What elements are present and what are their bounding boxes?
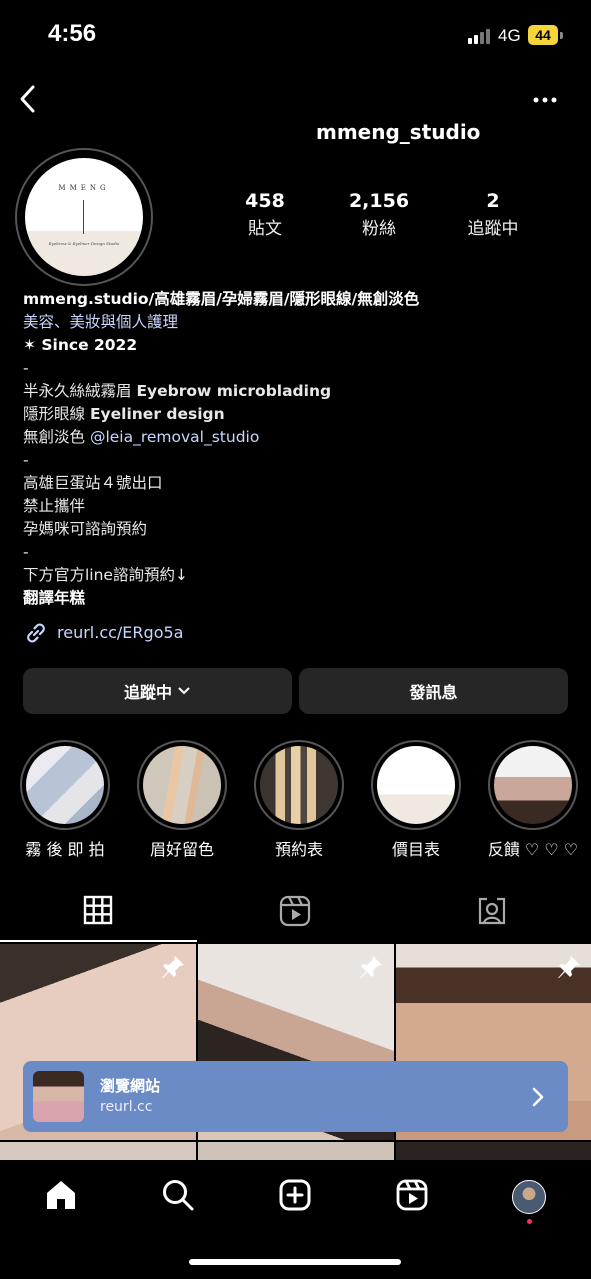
- profile-nav-avatar[interactable]: [512, 1180, 546, 1214]
- signal-icon: [468, 28, 492, 46]
- tab-tagged[interactable]: [476, 895, 508, 927]
- pin-icon: [558, 956, 580, 978]
- bio-line1-cn: 半永久絲絨霧眉: [23, 382, 137, 400]
- bio-dash: -: [23, 451, 29, 469]
- visit-website-banner[interactable]: 瀏覽網站 reurl.cc: [23, 1061, 568, 1132]
- highlight-label: 反饋 ♡ ♡ ♡: [487, 840, 579, 859]
- avatar-brand-text: MMENG: [58, 184, 110, 192]
- bio-line: 隱形眼線 Eyeliner design: [23, 403, 225, 425]
- notification-dot: [527, 1219, 532, 1224]
- translate-link[interactable]: 翻譯年糕: [23, 587, 85, 609]
- bio-dash: -: [23, 543, 29, 561]
- highlight-cover: [260, 746, 338, 824]
- more-options-icon[interactable]: [532, 92, 560, 108]
- highlight-cover: [143, 746, 221, 824]
- tab-grid[interactable]: [83, 895, 113, 925]
- bio-line: 半永久絲絨霧眉 Eyebrow microblading: [23, 380, 331, 402]
- battery-icon: 44: [528, 25, 558, 45]
- bio-line5: 禁止攜伴: [23, 497, 86, 515]
- stat-following-label: 追蹤中: [467, 219, 519, 239]
- highlight-label: 眉好留色: [149, 840, 214, 859]
- pin-icon: [162, 956, 184, 978]
- status-time: 4:56: [48, 20, 97, 47]
- reels-icon: [279, 895, 311, 927]
- link-icon: [23, 620, 49, 650]
- tagged-icon: [478, 897, 506, 925]
- battery-tip: [560, 32, 563, 39]
- stat-followers-value: 2,156: [348, 190, 410, 212]
- stat-posts-value: 458: [245, 190, 285, 212]
- avatar-divider: [83, 200, 84, 234]
- stat-followers-label: 粉絲: [362, 219, 396, 239]
- bio-since: ✶ Since 2022: [23, 336, 138, 354]
- home-icon[interactable]: [44, 1178, 78, 1212]
- highlight-label: 價目表: [391, 840, 440, 859]
- chevron-down-icon: [178, 687, 190, 695]
- stat-posts-label: 貼文: [248, 219, 282, 239]
- tab-reels[interactable]: [279, 895, 311, 927]
- stat-following-value: 2: [486, 190, 500, 212]
- bio-mention-link[interactable]: @leia_removal_studio: [90, 428, 259, 446]
- profile-username: mmeng_studio: [316, 120, 481, 144]
- banner-title: 瀏覽網站: [100, 1077, 161, 1095]
- back-icon[interactable]: [14, 82, 44, 116]
- banner-thumbnail: [33, 1071, 84, 1122]
- highlight-cover: [26, 746, 104, 824]
- create-post-icon[interactable]: [278, 1178, 312, 1212]
- home-indicator: [189, 1259, 401, 1265]
- highlight-cover: [494, 746, 572, 824]
- banner-url: reurl.cc: [100, 1099, 153, 1115]
- avatar[interactable]: MMENG Eyebrow & Eyeliner Design Studio: [25, 158, 143, 276]
- following-button[interactable]: 追蹤中: [23, 668, 292, 714]
- bio-website-link[interactable]: reurl.cc/ERgo5a: [57, 623, 183, 642]
- bio-line6: 孕媽咪可諮詢預約: [23, 520, 148, 538]
- bio-line1-en: Eyebrow microblading: [136, 382, 332, 400]
- highlight-label: 霧 後 即 拍: [25, 840, 105, 859]
- bio-category: 美容、美妝與個人護理: [23, 313, 179, 331]
- message-button[interactable]: 發訊息: [299, 668, 568, 714]
- grid-icon: [83, 895, 113, 925]
- bio-line3-cn: 無創淡色: [23, 428, 90, 446]
- message-button-label: 發訊息: [409, 683, 458, 702]
- bio-line4: 高雄巨蛋站４號出口: [23, 474, 163, 492]
- bio-line: 無創淡色 @leia_removal_studio: [23, 426, 259, 448]
- pin-icon: [360, 956, 382, 978]
- reels-nav-icon[interactable]: [395, 1178, 429, 1212]
- bio-name: mmeng.studio/高雄霧眉/孕婦霧眉/隱形眼線/無創淡色: [23, 290, 420, 308]
- chevron-right-icon: [532, 1087, 544, 1107]
- bio-line2-en: Eyeliner design: [89, 405, 225, 423]
- search-icon[interactable]: [161, 1178, 195, 1212]
- highlight-cover: [377, 746, 455, 824]
- bio-line2-cn: 隱形眼線: [23, 405, 90, 423]
- bio-line7: 下方官方line諮詢預約↓: [23, 566, 188, 584]
- bio-dash: -: [23, 359, 29, 377]
- network-type: 4G: [498, 26, 521, 45]
- following-button-label: 追蹤中: [123, 683, 172, 702]
- active-tab-indicator: [0, 940, 197, 942]
- highlight-label: 預約表: [274, 840, 323, 859]
- avatar-subtitle: Eyebrow & Eyeliner Design Studio: [48, 241, 120, 246]
